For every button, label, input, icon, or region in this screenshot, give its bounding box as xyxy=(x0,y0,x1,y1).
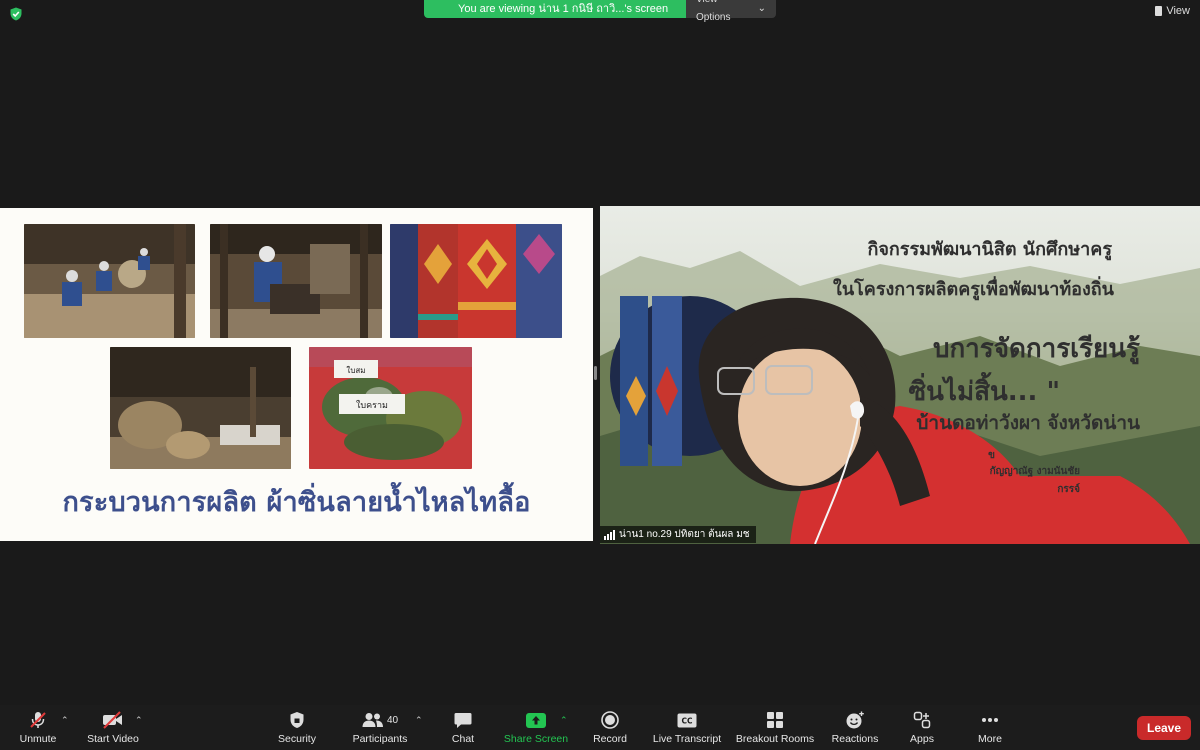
participant-video-tile[interactable]: กิจกรรมพัฒนานิสิต นักศึกษาครู ในโครงการผ… xyxy=(600,206,1200,544)
apps-button[interactable]: Apps xyxy=(904,705,940,750)
photo-label-2: ใบคราม xyxy=(356,400,388,411)
basket-photo xyxy=(110,347,291,469)
chevron-down-icon: ⌄ xyxy=(757,3,766,14)
security-button[interactable]: Security xyxy=(272,705,322,750)
share-screen-label: Share Screen xyxy=(503,733,569,745)
unmute-label: Unmute xyxy=(19,733,57,745)
participants-icon: 40 xyxy=(362,711,398,729)
closed-caption-icon: CC xyxy=(677,711,697,729)
chat-bubble-icon xyxy=(454,711,472,729)
breakout-rooms-button[interactable]: Breakout Rooms xyxy=(735,705,815,750)
slide-title: กระบวนการผลิต ผ้าซิ่นลายน้ำไหลไทลื้อ xyxy=(62,487,531,518)
video-off-icon xyxy=(102,711,124,729)
leave-button[interactable]: Leave xyxy=(1137,716,1191,740)
weaving-photo-1 xyxy=(24,224,195,338)
video-text-line-4: ซิ่นไม่สิ้น... " xyxy=(908,377,1060,407)
photo-label-1: ใบสม xyxy=(346,366,365,375)
chat-button[interactable]: Chat xyxy=(443,705,483,750)
shield-icon xyxy=(289,711,305,729)
apps-icon xyxy=(913,711,931,729)
participants-options-caret-icon[interactable]: ⌃ xyxy=(415,715,423,726)
view-button[interactable]: View xyxy=(1155,5,1190,17)
participants-label: Participants xyxy=(352,733,408,745)
screen-share-banner: You are viewing น่าน 1 กนิษี ถาวิ...'s s… xyxy=(424,0,776,23)
start-video-label: Start Video xyxy=(87,733,139,745)
video-text-line-2: ในโครงการผลิตครูเพื่อพัฒนาท้องถิ่น xyxy=(833,279,1114,300)
participant-name-tag: น่าน1 no.29 ปทิตยา ต้นผล มช xyxy=(600,526,756,543)
more-button[interactable]: More xyxy=(972,705,1008,750)
record-label: Record xyxy=(593,733,627,745)
view-options-label: View Options xyxy=(696,0,731,23)
chat-label: Chat xyxy=(451,733,475,745)
weaving-photo-2 xyxy=(210,224,382,338)
view-layout-icon xyxy=(1155,6,1163,16)
participants-button[interactable]: 40 Participants xyxy=(349,705,411,750)
reactions-label: Reactions xyxy=(831,733,879,745)
split-view-divider[interactable] xyxy=(594,366,597,380)
video-text-line-7: กัญญาณัฐ งามนันชัย xyxy=(989,466,1080,477)
textile-photo xyxy=(390,224,562,338)
signal-strength-icon xyxy=(604,529,615,540)
share-options-caret-icon[interactable]: ⌃ xyxy=(560,715,568,726)
participant-name: น่าน1 no.29 ปทิตยา ต้นผล มช xyxy=(619,529,750,540)
breakout-rooms-icon xyxy=(766,711,784,729)
more-label: More xyxy=(978,733,1002,745)
record-icon xyxy=(601,711,619,729)
video-options-caret-icon[interactable]: ⌃ xyxy=(135,715,143,726)
share-screen-icon xyxy=(525,711,547,729)
indigo-leaves-photo: ใบสม ใบคราม xyxy=(309,347,472,469)
apps-label: Apps xyxy=(910,733,934,745)
participants-count: 40 xyxy=(386,714,399,726)
viewing-screen-message: You are viewing น่าน 1 กนิษี ถาวิ...'s s… xyxy=(424,0,686,18)
audio-options-caret-icon[interactable]: ⌃ xyxy=(61,715,69,726)
breakout-rooms-label: Breakout Rooms xyxy=(735,733,815,745)
more-dots-icon xyxy=(981,711,999,729)
meeting-toolbar: Unmute ⌃ Start Video ⌃ Security 40 Parti… xyxy=(0,705,1200,750)
video-text-line-6: ข xyxy=(988,450,995,461)
reactions-smiley-icon xyxy=(845,711,865,729)
reactions-button[interactable]: Reactions xyxy=(830,705,880,750)
view-options-button[interactable]: View Options ⌄ xyxy=(686,0,776,23)
start-video-button[interactable]: Start Video xyxy=(82,705,144,750)
video-text-line-1: กิจกรรมพัฒนานิสิต นักศึกษาครู xyxy=(867,239,1112,260)
live-transcript-button[interactable]: CC Live Transcript xyxy=(651,705,723,750)
unmute-button[interactable]: Unmute xyxy=(12,705,64,750)
security-label: Security xyxy=(278,733,316,745)
share-screen-button[interactable]: Share Screen xyxy=(502,705,570,750)
live-transcript-label: Live Transcript xyxy=(652,733,722,745)
video-text-line-8: กรรจ์ xyxy=(1057,484,1080,495)
svg-text:CC: CC xyxy=(681,716,693,725)
video-text-line-3: บการจัดการเรียนรู้ xyxy=(932,334,1140,364)
view-label: View xyxy=(1166,5,1190,17)
encryption-shield-icon[interactable] xyxy=(9,7,23,21)
video-text-line-5: บ้านดอท่าวังผา จังหวัดน่าน xyxy=(916,412,1140,434)
record-button[interactable]: Record xyxy=(589,705,631,750)
muted-microphone-icon xyxy=(29,711,47,729)
